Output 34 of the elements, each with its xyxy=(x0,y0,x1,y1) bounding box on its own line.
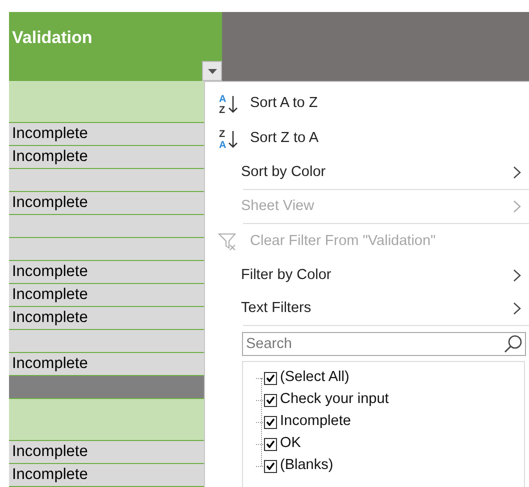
checkbox[interactable] xyxy=(264,372,277,384)
table-cell: Incomplete xyxy=(9,284,205,307)
checkbox-label[interactable]: Check your input xyxy=(280,389,389,411)
menu-item[interactable]: A Z Sort A to Z xyxy=(205,86,529,121)
search-field[interactable]: Search xyxy=(242,332,526,356)
chevron-right-icon xyxy=(513,269,521,282)
menu-item[interactable]: Filter by Color xyxy=(205,259,529,292)
clear-filter-icon xyxy=(218,232,238,252)
caret-icon xyxy=(208,68,216,74)
table-cell: Incomplete xyxy=(9,192,205,215)
checkbox[interactable] xyxy=(264,416,277,428)
table-cell: Incomplete xyxy=(9,441,205,464)
table-cell: Incomplete xyxy=(9,261,205,284)
table-cell: Incomplete xyxy=(9,464,205,487)
chevron-right-icon xyxy=(513,166,521,179)
table-cell: Incomplete xyxy=(9,307,205,330)
checkbox-label[interactable]: Incomplete xyxy=(280,411,351,433)
checkbox-label[interactable]: (Blanks) xyxy=(280,455,334,477)
table-cell: Incomplete xyxy=(9,146,205,169)
table-cell: Incomplete xyxy=(9,353,205,376)
table-cell: Incomplete xyxy=(9,123,205,146)
filter-dropdown-button[interactable] xyxy=(202,61,222,81)
menu-item[interactable]: Z A Sort Z to A xyxy=(205,121,529,156)
search-icon xyxy=(503,334,523,354)
chevron-right-icon xyxy=(513,200,521,213)
column-header: Validation xyxy=(11,27,92,49)
checkbox[interactable] xyxy=(264,460,277,472)
menu-item[interactable]: Sort by Color xyxy=(205,156,529,189)
checkbox[interactable] xyxy=(264,438,277,450)
menu-item[interactable]: Text Filters xyxy=(205,292,529,325)
checkbox-label[interactable]: OK xyxy=(280,433,301,455)
checkbox[interactable] xyxy=(264,394,277,406)
checkbox-label[interactable]: (Select All) xyxy=(280,367,350,389)
chevron-right-icon xyxy=(513,302,521,315)
